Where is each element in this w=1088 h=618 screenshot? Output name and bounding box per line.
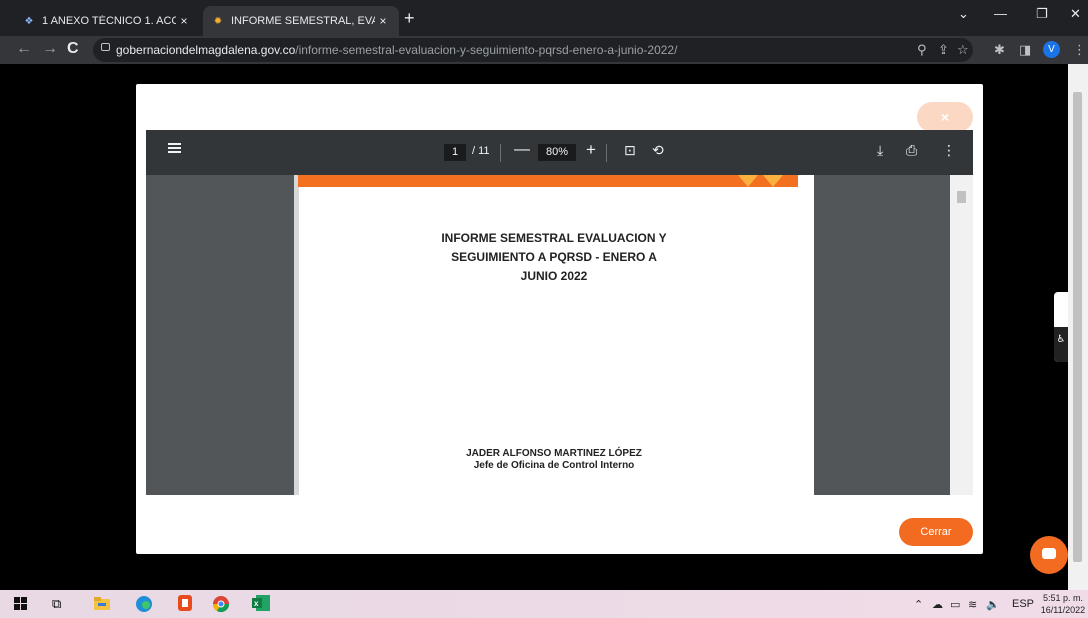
chrome-icon[interactable] xyxy=(212,595,230,613)
office-icon[interactable] xyxy=(176,595,194,613)
lock-icon xyxy=(101,43,110,51)
title-line: SEGUIMIENTO A PQRSD - ENERO A xyxy=(451,250,657,264)
header-orange-band xyxy=(298,175,798,187)
excel-icon[interactable]: x xyxy=(252,595,270,613)
band-ornament xyxy=(738,175,758,187)
document-author: JADER ALFONSO MARTINEZ LÓPEZ xyxy=(466,448,642,459)
task-view-icon[interactable]: ⧉ xyxy=(52,595,70,613)
back-icon[interactable]: ← xyxy=(16,40,32,58)
band-ornament xyxy=(763,175,783,187)
windows-start-icon[interactable] xyxy=(14,595,32,613)
print-icon[interactable]: ⎙ xyxy=(906,142,917,159)
more-options-icon[interactable]: ⋮ xyxy=(942,142,956,159)
tab-strip: ❖ 1 ANEXO TÉCNICO 1. ACCESIBILI × ✹ INFO… xyxy=(0,0,1088,36)
toolbar-divider xyxy=(500,144,501,162)
zoom-lens-icon[interactable]: ⚲ xyxy=(917,42,927,58)
pdf-scrollbar[interactable] xyxy=(950,175,973,495)
minimize-button[interactable]: — xyxy=(994,6,1007,21)
document-author-role: Jefe de Oficina de Control Interno xyxy=(473,460,635,471)
title-line: INFORME SEMESTRAL EVALUACION Y xyxy=(441,231,667,245)
accessibility-icon[interactable]: ♿ xyxy=(1054,327,1068,362)
hamburger-menu-icon[interactable] xyxy=(168,143,181,153)
url-path: /informe-semestral-evaluacion-y-seguimie… xyxy=(295,43,678,57)
profile-avatar[interactable]: V xyxy=(1043,41,1060,58)
pdf-toolbar: 1 / 11 — 80% + ⊡ ⟲ ⤓ ⎙ ⋮ xyxy=(146,130,973,175)
windows-taskbar: ⧉ x ⌃ ☁ ▭ ≋ 🔈 ESP 5:51 p. m. 16/11/2022 xyxy=(0,590,1088,618)
accessibility-side-tab[interactable]: ♿ xyxy=(1054,292,1068,362)
extensions-puzzle-icon[interactable]: ✱ xyxy=(994,42,1005,58)
page-scrollbar-thumb[interactable] xyxy=(1073,92,1082,562)
show-hidden-icons-icon[interactable]: ⌃ xyxy=(914,598,923,611)
page-scrollbar[interactable] xyxy=(1068,64,1088,590)
toolbar-divider xyxy=(606,144,607,162)
title-line: JUNIO 2022 xyxy=(520,269,588,283)
tab-close-icon[interactable]: × xyxy=(375,14,391,28)
rotate-icon[interactable]: ⟲ xyxy=(652,142,664,159)
tab-informe-semestral[interactable]: ✹ INFORME SEMESTRAL, EVALUAC × xyxy=(203,6,399,36)
zoom-out-button[interactable]: — xyxy=(514,141,530,159)
url-host: gobernaciondelmagdalena.gov.co xyxy=(116,43,296,57)
edge-icon[interactable] xyxy=(135,595,153,613)
bookmark-star-icon[interactable]: ☆ xyxy=(957,42,969,58)
tab-search-icon[interactable]: ⌄ xyxy=(958,6,969,22)
document-title: INFORME SEMESTRAL EVALUACION Y SEGUIMIEN… xyxy=(394,229,714,286)
cerrar-button[interactable]: Cerrar xyxy=(899,518,973,546)
pdf-scrollbar-thumb[interactable] xyxy=(957,191,966,203)
language-indicator[interactable]: ESP xyxy=(1012,598,1034,610)
new-tab-button[interactable]: + xyxy=(404,8,415,28)
page-edge xyxy=(294,175,299,495)
address-bar[interactable]: gobernaciondelmagdalena.gov.co/informe-s… xyxy=(93,38,973,62)
chat-bubble-icon xyxy=(1042,548,1056,559)
forward-icon[interactable]: → xyxy=(42,40,58,58)
system-clock[interactable]: 5:51 p. m. 16/11/2022 xyxy=(1038,592,1088,616)
fit-page-icon[interactable]: ⊡ xyxy=(624,142,636,159)
share-icon[interactable]: ⇪ xyxy=(938,42,949,58)
tab-close-icon[interactable]: × xyxy=(176,14,192,28)
wifi-icon[interactable]: ≋ xyxy=(968,598,977,611)
download-icon[interactable]: ⤓ xyxy=(877,142,883,159)
zoom-in-button[interactable]: + xyxy=(586,140,596,160)
side-panel-icon[interactable]: ◨ xyxy=(1019,42,1031,58)
window-close-button[interactable]: ✕ xyxy=(1070,6,1081,22)
svg-text:x: x xyxy=(254,599,259,608)
browser-toolbar: ← → C gobernaciondelmagdalena.gov.co/inf… xyxy=(0,36,1088,64)
page-number-input[interactable]: 1 xyxy=(444,144,466,161)
restore-button[interactable]: ❐ xyxy=(1036,6,1048,22)
battery-icon[interactable]: ▭ xyxy=(950,598,960,611)
site-favicon-icon: ✹ xyxy=(213,15,223,27)
page-total: / 11 xyxy=(472,145,490,157)
url-text[interactable]: gobernaciondelmagdalena.gov.co/informe-s… xyxy=(116,43,677,57)
volume-icon[interactable]: 🔈 xyxy=(986,598,1000,611)
pdf-page: INFORME SEMESTRAL EVALUACION Y SEGUIMIEN… xyxy=(294,175,814,495)
modal-close-button[interactable]: × xyxy=(917,102,973,132)
clock-time: 5:51 p. m. xyxy=(1042,593,1084,603)
pdf-viewport[interactable]: INFORME SEMESTRAL EVALUACION Y SEGUIMIEN… xyxy=(146,175,973,495)
clock-date: 16/11/2022 xyxy=(1040,605,1086,615)
onedrive-icon[interactable]: ☁ xyxy=(932,598,943,611)
chat-button[interactable] xyxy=(1030,536,1068,574)
pdf-modal: × 1 / 11 — 80% + ⊡ ⟲ ⤓ ⎙ ⋮ INFORME SEMES… xyxy=(136,84,983,554)
file-explorer-icon[interactable] xyxy=(94,595,112,613)
tab-title: 1 ANEXO TÉCNICO 1. ACCESIBILI xyxy=(42,15,176,27)
document-favicon-icon: ❖ xyxy=(24,15,34,27)
chrome-menu-icon[interactable]: ⋮ xyxy=(1073,42,1086,58)
zoom-level-input[interactable]: 80% xyxy=(538,144,576,161)
tab-title: INFORME SEMESTRAL, EVALUAC xyxy=(231,15,375,27)
reload-icon[interactable]: C xyxy=(67,40,79,58)
tab-anexo-tecnico[interactable]: ❖ 1 ANEXO TÉCNICO 1. ACCESIBILI × xyxy=(14,6,200,36)
